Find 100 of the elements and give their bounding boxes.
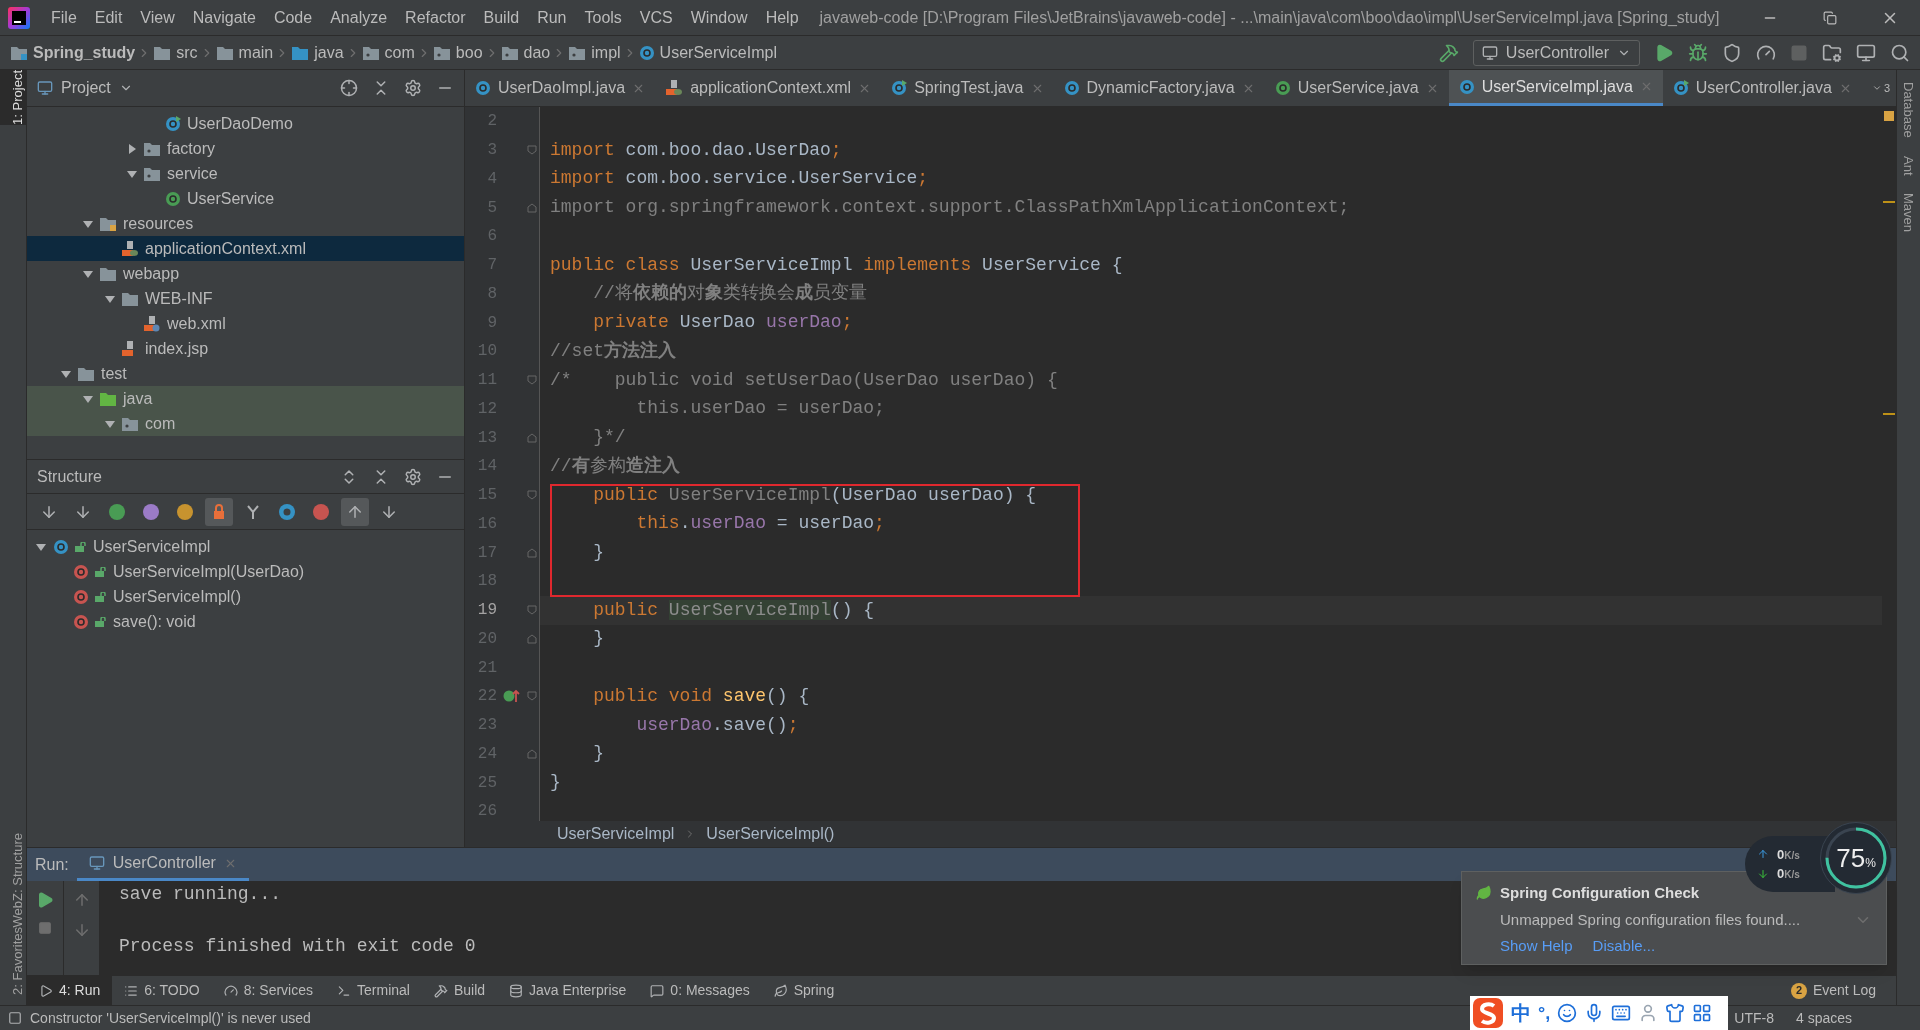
tree-item[interactable]: webapp [27, 261, 464, 286]
tree-item[interactable]: UserDaoDemo [27, 111, 464, 136]
toolbar-toggle[interactable] [341, 497, 369, 526]
tree-item[interactable]: java [27, 386, 464, 411]
run-icon[interactable] [1654, 42, 1674, 63]
fold-marker-icon[interactable] [527, 375, 537, 386]
tool-window-stripe-button[interactable]: Web [0, 900, 26, 928]
tree-item[interactable]: web.xml [27, 311, 464, 336]
menu-item[interactable]: Refactor [396, 0, 475, 35]
menu-item[interactable]: VCS [630, 0, 682, 35]
project-view-dropdown[interactable]: Project [37, 76, 133, 100]
restore-icon[interactable] [1823, 10, 1837, 25]
tool-window-stripe-button[interactable]: Ant [1898, 155, 1919, 176]
menu-item[interactable]: Tools [575, 0, 631, 35]
structure-item[interactable]: save(): void [27, 609, 464, 634]
editor-tab[interactable]: UserDaoImpl.java [465, 70, 656, 106]
project-structure-icon[interactable] [1822, 42, 1842, 63]
settings-icon[interactable] [404, 467, 422, 486]
collapsed-arrow-icon[interactable] [126, 142, 138, 155]
keyboard-icon[interactable] [1611, 1003, 1632, 1023]
menu-item[interactable]: Window [681, 0, 757, 35]
tree-item[interactable]: index.jsp [27, 336, 464, 361]
indent-setting[interactable]: 4 spaces [1795, 1007, 1852, 1029]
breadcrumb-item[interactable]: main [215, 40, 274, 65]
breadcrumb-item[interactable]: java [291, 40, 344, 65]
code-breadcrumb-item[interactable]: UserServiceImpl [557, 822, 675, 846]
punctuation-mode[interactable]: °, [1538, 999, 1551, 1027]
fold-marker-icon[interactable] [527, 490, 537, 501]
tree-item[interactable]: applicationContext.xml [27, 236, 464, 261]
tool-window-stripe-button[interactable]: 2: Favorites [0, 927, 26, 995]
tool-window-tab[interactable]: Java Enterprise [497, 976, 639, 1005]
panel-toggle-icon[interactable] [8, 1011, 22, 1025]
editor-tab[interactable]: UserServiceImpl.java [1448, 70, 1663, 106]
tool-window-tab[interactable]: 4: Run [27, 976, 113, 1005]
structure-item[interactable]: UserServiceImpl(UserDao) [27, 559, 464, 584]
tree-item[interactable]: test [27, 361, 464, 386]
fold-marker-icon[interactable] [527, 605, 537, 616]
menu-item[interactable]: Build [474, 0, 529, 35]
warning-marker[interactable] [1884, 111, 1894, 121]
fold-marker-icon[interactable] [527, 691, 537, 702]
ime-logo[interactable] [1472, 997, 1504, 1029]
fold-marker-icon[interactable] [527, 432, 537, 443]
breadcrumb-item[interactable]: boo [432, 40, 483, 65]
fold-marker-icon[interactable] [527, 547, 537, 558]
breadcrumb-item[interactable]: impl [568, 40, 621, 65]
locate-icon[interactable] [340, 79, 358, 97]
tool-window-tab[interactable]: Build [421, 976, 498, 1005]
menu-item[interactable]: Edit [85, 0, 132, 35]
stop-icon[interactable] [38, 921, 52, 935]
menu-item[interactable]: Help [756, 0, 808, 35]
emoji-icon[interactable] [1557, 1003, 1578, 1023]
menu-item[interactable]: File [42, 0, 86, 35]
tree-item[interactable]: service [27, 161, 464, 186]
debug-icon[interactable] [1688, 42, 1708, 63]
breadcrumb-item[interactable]: com [361, 40, 415, 65]
code-breadcrumb-item[interactable]: UserServiceImpl() [706, 822, 835, 846]
encoding[interactable]: UTF-8 [1734, 1007, 1774, 1029]
fold-marker-icon[interactable] [527, 202, 537, 213]
fold-marker-icon[interactable] [527, 633, 537, 644]
run-config-dropdown[interactable]: UserController [1472, 39, 1640, 66]
build-icon[interactable] [1438, 42, 1459, 63]
menu-item[interactable]: Code [264, 0, 322, 35]
editor-tab[interactable]: DynamicFactory.java [1053, 70, 1265, 106]
tree-item[interactable]: resources [27, 211, 464, 236]
tool-window-tab[interactable]: Terminal [325, 976, 422, 1005]
fold-marker-icon[interactable] [527, 748, 537, 759]
breadcrumb-item[interactable]: src [153, 40, 198, 65]
menu-item[interactable]: View [131, 0, 184, 35]
search-icon[interactable] [1890, 42, 1910, 63]
settings-icon[interactable] [404, 79, 422, 97]
tool-window-stripe-button[interactable]: Database [1898, 82, 1919, 138]
tool-window-stripe-button[interactable]: 1: Project [0, 70, 26, 125]
tree-item[interactable]: UserService [27, 186, 464, 211]
rerun-icon[interactable] [36, 891, 54, 909]
editor-tab[interactable]: SpringTest.java [881, 70, 1054, 106]
tool-window-tab[interactable]: Spring [761, 976, 847, 1005]
editor-tab[interactable]: UserService.java [1264, 70, 1449, 106]
breadcrumb-item[interactable]: Spring_study [10, 40, 136, 65]
input-mode[interactable]: 中 [1511, 998, 1531, 1028]
structure-item[interactable]: UserServiceImpl() [27, 584, 464, 609]
event-log-button[interactable]: 2 Event Log [1790, 976, 1876, 1005]
tab-overflow-button[interactable]: 3 [1871, 70, 1896, 106]
breadcrumb-item[interactable]: UserServiceImpl [638, 40, 777, 65]
tool-window-tab[interactable]: 8: Services [211, 976, 325, 1005]
toolbar-toggle[interactable] [205, 497, 233, 526]
structure-item[interactable]: UserServiceImpl [27, 534, 464, 559]
tree-item[interactable]: WEB-INF [27, 286, 464, 311]
editor-tab[interactable]: applicationContext.xml [655, 70, 882, 106]
tree-item[interactable]: com [27, 411, 464, 436]
tool-window-stripe-button[interactable]: Maven [1898, 193, 1919, 233]
fold-marker-icon[interactable] [527, 145, 537, 156]
implements-marker-icon[interactable] [503, 688, 521, 705]
notification-link[interactable]: Disable... [1592, 935, 1656, 958]
editor-tab[interactable]: UserController.java [1662, 70, 1862, 106]
tool-window-tab[interactable]: 0: Messages [638, 976, 762, 1005]
menu-item[interactable]: Navigate [183, 0, 265, 35]
presentation-icon[interactable] [1856, 42, 1876, 63]
menu-item[interactable]: Run [528, 0, 576, 35]
notification-link[interactable]: Show Help [1500, 935, 1573, 958]
breadcrumb-item[interactable]: dao [500, 40, 551, 65]
